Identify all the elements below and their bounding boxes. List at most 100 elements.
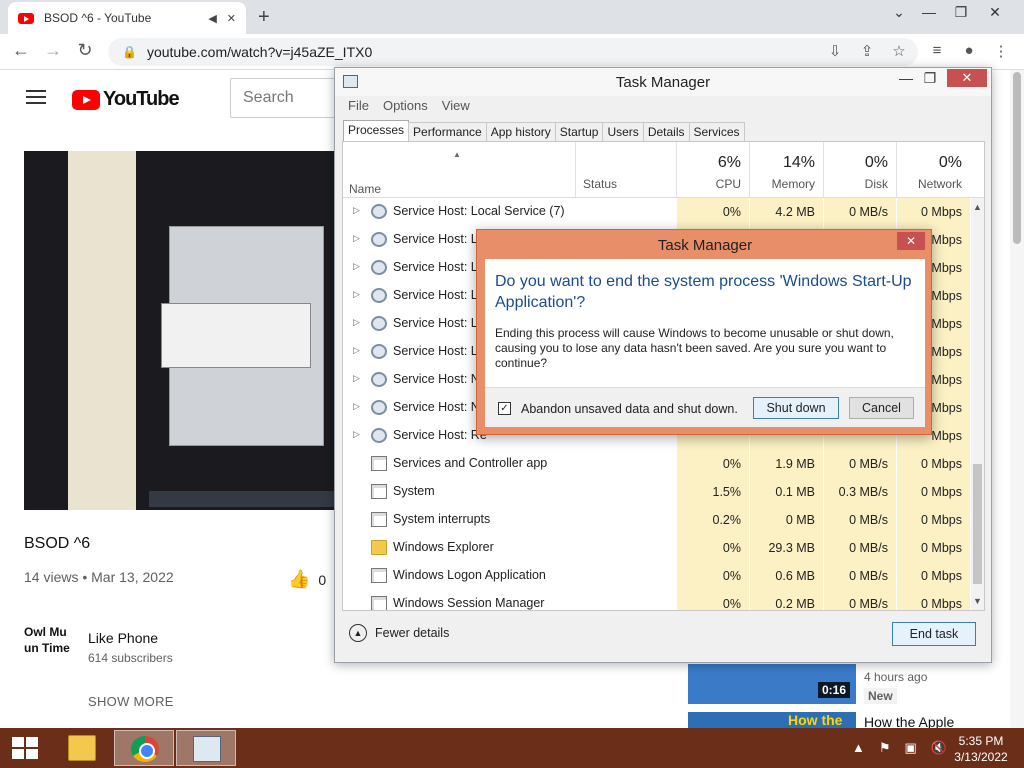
taskbar-chrome[interactable]	[114, 730, 174, 766]
table-row[interactable]: System 1.5% 0.1 MB 0.3 MB/s 0 Mbps	[343, 478, 970, 506]
task-manager-icon	[193, 736, 221, 762]
end-task-button[interactable]: End task	[892, 622, 976, 646]
table-row[interactable]: ▷ Service Host: Local Service (7) 0% 4.2 MB…	[343, 198, 970, 226]
youtube-play-icon	[72, 89, 100, 110]
column-name[interactable]: Name	[349, 182, 381, 196]
browser-tab-bar: BSOD ^6 - YouTube ◀ ✕ + ⌄ — ❐ ✕	[0, 0, 1024, 34]
back-arrow-icon[interactable]: ←	[8, 40, 34, 61]
table-row[interactable]: Windows Session Manager 0% 0.2 MB 0 MB/s 0 M…	[343, 590, 970, 610]
tm-maximize-button[interactable]: ❐	[915, 70, 945, 90]
video-meta: 14 views • Mar 13, 2022	[24, 569, 174, 585]
tm-close-button[interactable]: ✕	[947, 69, 987, 87]
page-scrollbar[interactable]	[1010, 70, 1024, 728]
scroll-up-icon[interactable]: ▲	[973, 202, 982, 212]
youtube-logo[interactable]: YouTube	[72, 88, 180, 111]
column-network-header[interactable]: 0% Network	[896, 142, 970, 197]
recommended-thumbnail[interactable]: How the	[688, 712, 856, 728]
video-frame-dialog	[161, 303, 311, 368]
tab-services[interactable]: Services	[688, 122, 745, 142]
share-icon[interactable]: ⇪	[854, 42, 880, 60]
start-button[interactable]	[0, 728, 52, 768]
new-tab-button[interactable]: +	[258, 6, 270, 29]
hamburger-menu-icon[interactable]	[26, 90, 46, 104]
expand-chevron-icon[interactable]: ▷	[353, 345, 360, 356]
network-cell: 0 Mbps	[896, 534, 970, 562]
action-center-flag-icon[interactable]: ⚑	[879, 740, 891, 756]
network-cell: 0 Mbps	[896, 590, 970, 610]
profile-avatar-icon[interactable]: ●	[956, 42, 982, 59]
expand-chevron-icon[interactable]: ▷	[353, 317, 360, 328]
table-row[interactable]: System interrupts 0.2% 0 MB 0 MB/s 0 Mbps	[343, 506, 970, 534]
cancel-button[interactable]: Cancel	[849, 397, 914, 419]
expand-chevron-icon[interactable]: ▷	[353, 289, 360, 300]
expand-chevron-icon[interactable]: ▷	[353, 261, 360, 272]
abandon-data-label[interactable]: Abandon unsaved data and shut down.	[521, 402, 738, 416]
channel-avatar[interactable]: Owl Mu un Time	[24, 624, 74, 656]
expand-chevron-icon[interactable]: ▷	[353, 205, 360, 216]
window-icon	[371, 512, 387, 527]
channel-name[interactable]: Like Phone	[88, 630, 158, 646]
menu-options[interactable]: Options	[376, 98, 435, 118]
shut-down-button[interactable]: Shut down	[753, 397, 839, 419]
network-icon[interactable]: ▣	[905, 740, 917, 756]
column-disk-header[interactable]: 0% Disk	[823, 142, 896, 197]
tab-performance[interactable]: Performance	[408, 122, 487, 142]
volume-muted-icon[interactable]: 🔇	[931, 740, 947, 756]
minimize-button[interactable]: —	[914, 4, 944, 20]
disk-cell: 0 MB/s	[823, 198, 896, 226]
tab-startup[interactable]: Startup	[554, 122, 604, 142]
task-manager-titlebar[interactable]: Task Manager — ❐ ✕	[335, 68, 991, 96]
expand-chevron-icon[interactable]: ▷	[353, 233, 360, 244]
chrome-menu-icon[interactable]: ⋮	[988, 42, 1014, 60]
page-scrollbar-thumb[interactable]	[1013, 72, 1021, 244]
table-row[interactable]: Windows Logon Application 0% 0.6 MB 0 MB/s 0…	[343, 562, 970, 590]
menu-view[interactable]: View	[435, 98, 477, 118]
url-text: youtube.com/watch?v=j45aZE_ITX0	[146, 44, 373, 60]
recommended-thumbnail[interactable]: 0:16	[688, 664, 856, 704]
tray-overflow-chevron-icon[interactable]: ▲	[852, 740, 865, 756]
dialog-close-button[interactable]: ✕	[897, 232, 925, 250]
expand-chevron-icon[interactable]: ▷	[353, 401, 360, 412]
tab-details[interactable]: Details	[642, 122, 690, 142]
expand-chevron-icon[interactable]: ▷	[353, 429, 360, 440]
menu-file[interactable]: File	[335, 98, 376, 118]
restore-button[interactable]: ❐	[946, 4, 976, 21]
table-row[interactable]: Services and Controller app 0% 1.9 MB 0 MB/…	[343, 450, 970, 478]
scrollbar-thumb[interactable]	[973, 464, 982, 584]
disk-cell: 0 MB/s	[823, 506, 896, 534]
bookmark-star-icon[interactable]: ☆	[886, 42, 912, 60]
gear-icon	[371, 400, 387, 415]
tab-users[interactable]: Users	[602, 122, 644, 142]
like-button[interactable]: 👍 0	[288, 569, 326, 590]
column-cpu-header[interactable]: 6% CPU	[676, 142, 749, 197]
tab-audio-icon[interactable]: ◀	[208, 12, 216, 25]
install-app-icon[interactable]: ⇩	[822, 42, 848, 60]
taskbar-clock[interactable]: 5:35 PM 3/13/2022	[946, 733, 1016, 765]
media-queue-icon[interactable]: ≡	[924, 42, 950, 59]
tab-close-icon[interactable]: ✕	[227, 12, 236, 25]
browser-tab[interactable]: BSOD ^6 - YouTube ◀ ✕	[8, 2, 246, 34]
forward-arrow-icon[interactable]: →	[40, 40, 66, 61]
show-more-button[interactable]: SHOW MORE	[88, 694, 174, 709]
close-window-button[interactable]: ✕	[980, 4, 1010, 21]
column-memory-header[interactable]: 14% Memory	[749, 142, 823, 197]
tab-search-chevron-icon[interactable]: ⌄	[884, 4, 914, 21]
search-input[interactable]: Search	[230, 78, 350, 118]
expand-chevron-icon[interactable]: ▷	[353, 373, 360, 384]
process-list-scrollbar[interactable]: ▲ ▼	[971, 198, 984, 610]
memory-cell: 0.1 MB	[749, 478, 823, 506]
tab-processes[interactable]: Processes	[343, 120, 410, 142]
taskbar-file-explorer[interactable]	[52, 730, 112, 766]
scroll-down-icon[interactable]: ▼	[973, 596, 982, 606]
abandon-data-checkbox[interactable]: ✓	[498, 402, 511, 415]
disk-total-pct: 0%	[864, 154, 888, 171]
fewer-details-button[interactable]: ▲ Fewer details	[349, 624, 449, 642]
process-metrics: 0% 29.3 MB 0 MB/s 0 Mbps	[676, 534, 970, 562]
reload-icon[interactable]: ↻	[72, 40, 98, 61]
address-bar[interactable]: 🔒 youtube.com/watch?v=j45aZE_ITX0	[108, 38, 918, 66]
table-row[interactable]: Windows Explorer 0% 29.3 MB 0 MB/s 0 Mbps	[343, 534, 970, 562]
tab-app-history[interactable]: App history	[485, 122, 556, 142]
taskbar-task-manager[interactable]	[176, 730, 236, 766]
column-status-header[interactable]: Status	[575, 142, 676, 197]
video-player[interactable]	[24, 151, 344, 510]
